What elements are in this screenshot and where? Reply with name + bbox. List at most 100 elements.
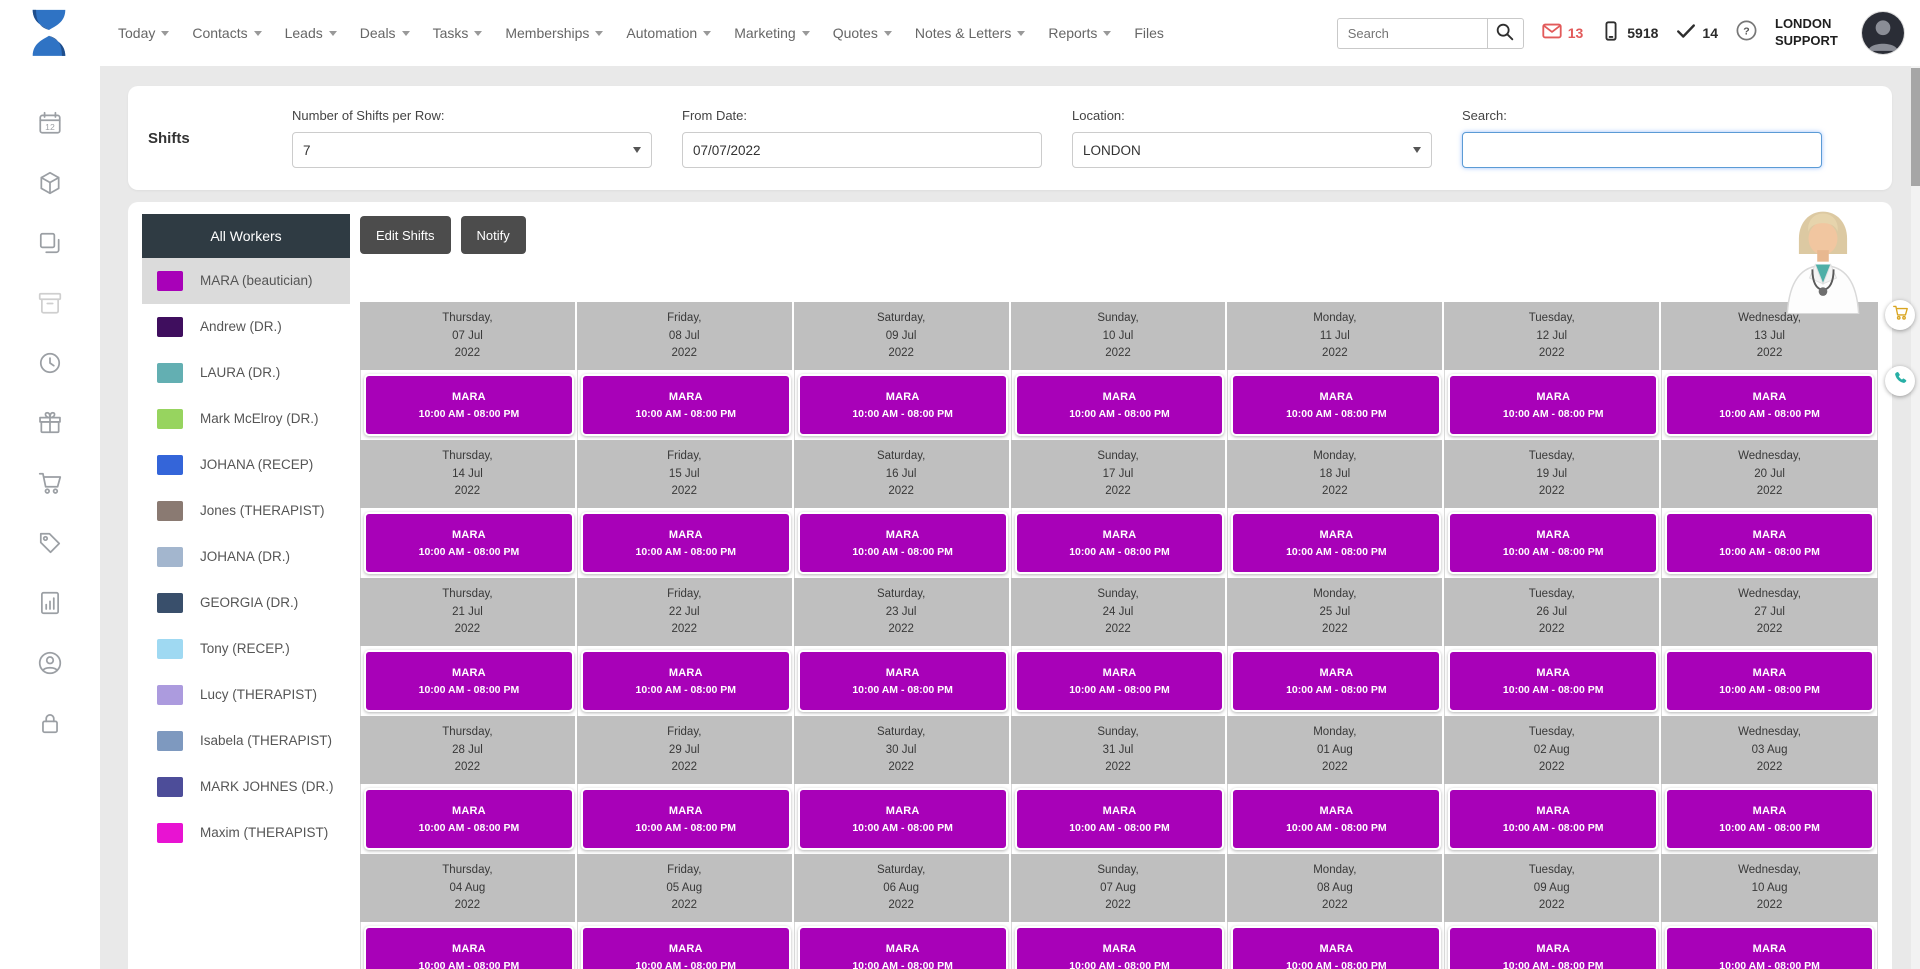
shift-chip[interactable]: MARA10:00 AM - 08:00 PM: [1665, 374, 1874, 436]
shift-chip[interactable]: MARA10:00 AM - 08:00 PM: [798, 788, 1008, 850]
gift-icon[interactable]: [37, 410, 63, 436]
day-header-cell: Tuesday,12 Jul2022: [1444, 302, 1661, 370]
worker-row[interactable]: GEORGIA (DR.): [142, 580, 350, 626]
worker-row[interactable]: Tony (RECEP.): [142, 626, 350, 672]
shift-chip[interactable]: MARA10:00 AM - 08:00 PM: [1231, 374, 1441, 436]
nav-item-automation[interactable]: Automation: [626, 25, 711, 41]
shift-chip[interactable]: MARA10:00 AM - 08:00 PM: [1231, 512, 1441, 574]
worker-row[interactable]: Mark McElroy (DR.): [142, 396, 350, 442]
floating-cart-button[interactable]: [1885, 300, 1915, 330]
day-header-dow: Saturday,: [794, 449, 1009, 463]
shift-chip[interactable]: MARA10:00 AM - 08:00 PM: [581, 788, 791, 850]
shift-chip[interactable]: MARA10:00 AM - 08:00 PM: [581, 374, 791, 436]
floating-phone-button[interactable]: [1885, 366, 1915, 396]
mail-indicator[interactable]: 13: [1541, 20, 1584, 47]
shift-chip[interactable]: MARA10:00 AM - 08:00 PM: [798, 926, 1008, 969]
nav-item-reports[interactable]: Reports: [1048, 25, 1111, 41]
search-icon: [1494, 21, 1516, 46]
shift-chip[interactable]: MARA10:00 AM - 08:00 PM: [1448, 926, 1658, 969]
nav-item-quotes[interactable]: Quotes: [833, 25, 892, 41]
cart-icon[interactable]: [37, 470, 63, 496]
nav-item-notes-letters[interactable]: Notes & Letters: [915, 25, 1026, 41]
calendar-icon[interactable]: 12: [37, 110, 63, 136]
shift-chip[interactable]: MARA10:00 AM - 08:00 PM: [1665, 788, 1874, 850]
worker-row[interactable]: LAURA (DR.): [142, 350, 350, 396]
shift-chip[interactable]: MARA10:00 AM - 08:00 PM: [1015, 650, 1225, 712]
chevron-down-icon: [703, 31, 711, 36]
scrollbar-thumb[interactable]: [1911, 68, 1920, 186]
worker-row[interactable]: MARA (beautician): [142, 258, 350, 304]
search-button[interactable]: [1487, 18, 1524, 49]
history-icon[interactable]: [37, 350, 63, 376]
lock-icon[interactable]: [37, 710, 63, 736]
shifts-per-row-select[interactable]: 7: [292, 132, 652, 168]
worker-row[interactable]: MARK JOHNES (DR.): [142, 764, 350, 810]
nav-item-deals[interactable]: Deals: [360, 25, 410, 41]
shift-search-input[interactable]: [1462, 132, 1822, 168]
shift-chip[interactable]: MARA10:00 AM - 08:00 PM: [1015, 788, 1225, 850]
shift-chip[interactable]: MARA10:00 AM - 08:00 PM: [1665, 512, 1874, 574]
task-indicator[interactable]: 14: [1675, 20, 1718, 47]
nav-item-leads[interactable]: Leads: [285, 25, 337, 41]
day-header-cell: Thursday,04 Aug2022: [360, 854, 577, 922]
all-workers-button[interactable]: All Workers: [142, 214, 350, 258]
shift-worker-name: MARA: [1450, 529, 1656, 541]
shift-chip[interactable]: MARA10:00 AM - 08:00 PM: [1665, 926, 1874, 969]
support-icon[interactable]: [37, 650, 63, 676]
nav-item-contacts[interactable]: Contacts: [192, 25, 261, 41]
shift-chip[interactable]: MARA10:00 AM - 08:00 PM: [798, 374, 1008, 436]
shift-chip[interactable]: MARA10:00 AM - 08:00 PM: [1665, 650, 1874, 712]
page-scrollbar[interactable]: [1911, 66, 1920, 969]
shift-chip[interactable]: MARA10:00 AM - 08:00 PM: [364, 926, 574, 969]
worker-row[interactable]: Jones (THERAPIST): [142, 488, 350, 534]
worker-row[interactable]: Andrew (DR.): [142, 304, 350, 350]
nav-item-memberships[interactable]: Memberships: [505, 25, 603, 41]
shift-chip[interactable]: MARA10:00 AM - 08:00 PM: [581, 926, 791, 969]
tag-icon[interactable]: [37, 530, 63, 556]
shift-chip[interactable]: MARA10:00 AM - 08:00 PM: [1231, 926, 1441, 969]
user-avatar[interactable]: [1862, 12, 1904, 54]
help-icon[interactable]: ?: [1735, 19, 1758, 47]
edit-shifts-button[interactable]: Edit Shifts: [360, 216, 451, 254]
worker-row[interactable]: JOHANA (DR.): [142, 534, 350, 580]
workers-column: All Workers MARA (beautician)Andrew (DR.…: [142, 214, 350, 969]
shift-chip[interactable]: MARA10:00 AM - 08:00 PM: [1448, 512, 1658, 574]
shift-chip[interactable]: MARA10:00 AM - 08:00 PM: [1015, 374, 1225, 436]
package-icon[interactable]: [37, 170, 63, 196]
report-icon[interactable]: [37, 590, 63, 616]
day-header-dow: Monday,: [1227, 725, 1442, 739]
copy-icon[interactable]: [37, 230, 63, 256]
shift-chip[interactable]: MARA10:00 AM - 08:00 PM: [1448, 788, 1658, 850]
worker-row[interactable]: Isabela (THERAPIST): [142, 718, 350, 764]
worker-row[interactable]: JOHANA (RECEP): [142, 442, 350, 488]
shift-chip[interactable]: MARA10:00 AM - 08:00 PM: [1448, 650, 1658, 712]
worker-row[interactable]: Maxim (THERAPIST): [142, 810, 350, 856]
shift-chip[interactable]: MARA10:00 AM - 08:00 PM: [1231, 788, 1441, 850]
shift-chip[interactable]: MARA10:00 AM - 08:00 PM: [364, 512, 574, 574]
shift-chip[interactable]: MARA10:00 AM - 08:00 PM: [798, 512, 1008, 574]
shift-chip[interactable]: MARA10:00 AM - 08:00 PM: [364, 650, 574, 712]
nav-item-files[interactable]: Files: [1134, 25, 1164, 41]
worker-row[interactable]: Lucy (THERAPIST): [142, 672, 350, 718]
shift-chip[interactable]: MARA10:00 AM - 08:00 PM: [1015, 926, 1225, 969]
global-search-input[interactable]: [1337, 18, 1487, 49]
nav-item-today[interactable]: Today: [118, 25, 169, 41]
shift-chip[interactable]: MARA10:00 AM - 08:00 PM: [798, 650, 1008, 712]
shift-chip[interactable]: MARA10:00 AM - 08:00 PM: [1448, 374, 1658, 436]
app-logo[interactable]: [26, 7, 72, 59]
shift-chip[interactable]: MARA10:00 AM - 08:00 PM: [581, 650, 791, 712]
shift-chip[interactable]: MARA10:00 AM - 08:00 PM: [364, 788, 574, 850]
shift-chip[interactable]: MARA10:00 AM - 08:00 PM: [1231, 650, 1441, 712]
phone-indicator[interactable]: 5918: [1600, 20, 1658, 47]
nav-item-marketing[interactable]: Marketing: [734, 25, 809, 41]
nav-item-tasks[interactable]: Tasks: [433, 25, 483, 41]
mail-count: 13: [1568, 25, 1584, 41]
location-select[interactable]: LONDON: [1072, 132, 1432, 168]
archive-icon[interactable]: [37, 290, 63, 316]
shift-chip[interactable]: MARA10:00 AM - 08:00 PM: [581, 512, 791, 574]
shift-chip[interactable]: MARA10:00 AM - 08:00 PM: [1015, 512, 1225, 574]
shift-chip[interactable]: MARA10:00 AM - 08:00 PM: [364, 374, 574, 436]
day-header-year: 2022: [794, 484, 1009, 498]
notify-button[interactable]: Notify: [461, 216, 526, 254]
from-date-input[interactable]: [682, 132, 1042, 168]
